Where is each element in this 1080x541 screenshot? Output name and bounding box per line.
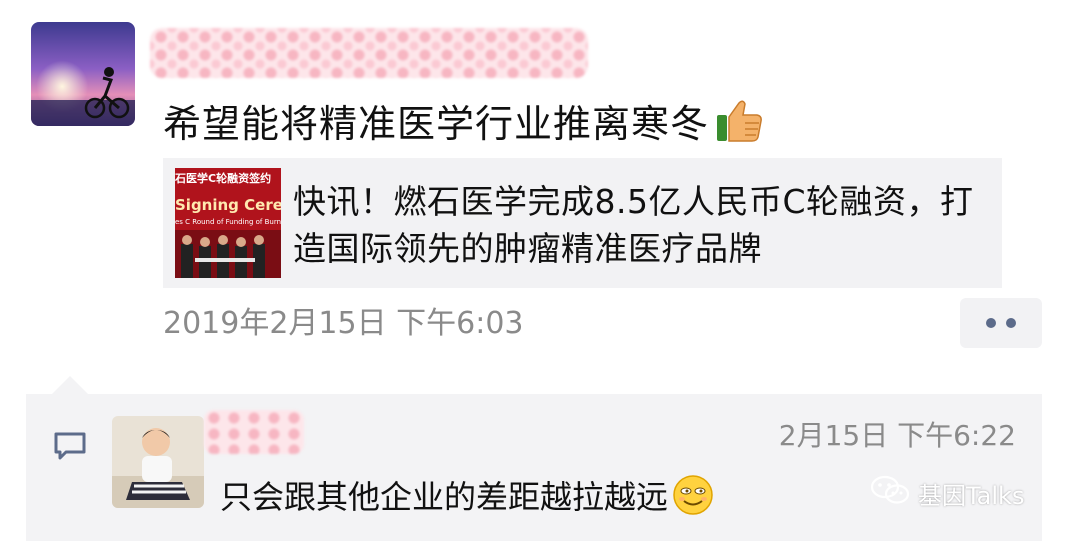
thumb-banner-text: 石医学C轮融资签约 [175, 172, 272, 185]
thumb-ceremony-text: Signing Ceremo [175, 196, 281, 214]
link-title: 快讯！燃石医学完成8.5亿人民币C轮融资，打造国际领先的肿瘤精准医疗品牌 [293, 182, 974, 268]
ceremony-people-image [175, 230, 281, 278]
post-timestamp: 2019年2月15日 下午6:03 [163, 306, 524, 341]
comment-area: 2月15日 下午6:22 只会跟其他企业的差距越拉越远 [26, 394, 1042, 541]
account-watermark: 基因Talks [870, 474, 1025, 512]
moment-screen: 希望能将精准医学行业推离寒冬 石医学C轮融资签约 Signing Ceremo … [0, 0, 1080, 541]
more-actions-button[interactable] [960, 298, 1042, 348]
author-name-redacted[interactable] [150, 28, 588, 78]
comment-bubble-icon [52, 428, 88, 464]
thumb-subtitle-text: es C Round of Funding of Burni [175, 218, 281, 226]
post-text: 希望能将精准医学行业推离寒冬 [163, 92, 765, 148]
post-text-content: 希望能将精准医学行业推离寒冬 [163, 101, 710, 146]
comment-text[interactable]: 只会跟其他企业的差距越拉越远 [220, 470, 714, 520]
cyclist-sunset-avatar-image [31, 22, 135, 126]
child-avatar-image [112, 416, 204, 508]
link-thumbnail: 石医学C轮融资签约 Signing Ceremo es C Round of F… [175, 168, 281, 278]
more-dots-icon [986, 318, 996, 328]
wechat-icon [870, 474, 910, 512]
smirk-face-icon [672, 474, 714, 516]
comment-area-pointer [52, 376, 88, 394]
comment-text-content: 只会跟其他企业的差距越拉越远 [220, 478, 669, 516]
thumbs-up-icon [715, 95, 765, 145]
author-avatar[interactable] [31, 22, 135, 126]
comment-timestamp: 2月15日 下午6:22 [778, 419, 1016, 452]
shared-link-card[interactable]: 石医学C轮融资签约 Signing Ceremo es C Round of F… [163, 158, 1002, 288]
commenter-name-redacted[interactable] [204, 410, 304, 454]
watermark-text: 基因Talks [918, 481, 1025, 510]
commenter-avatar[interactable] [112, 416, 204, 508]
